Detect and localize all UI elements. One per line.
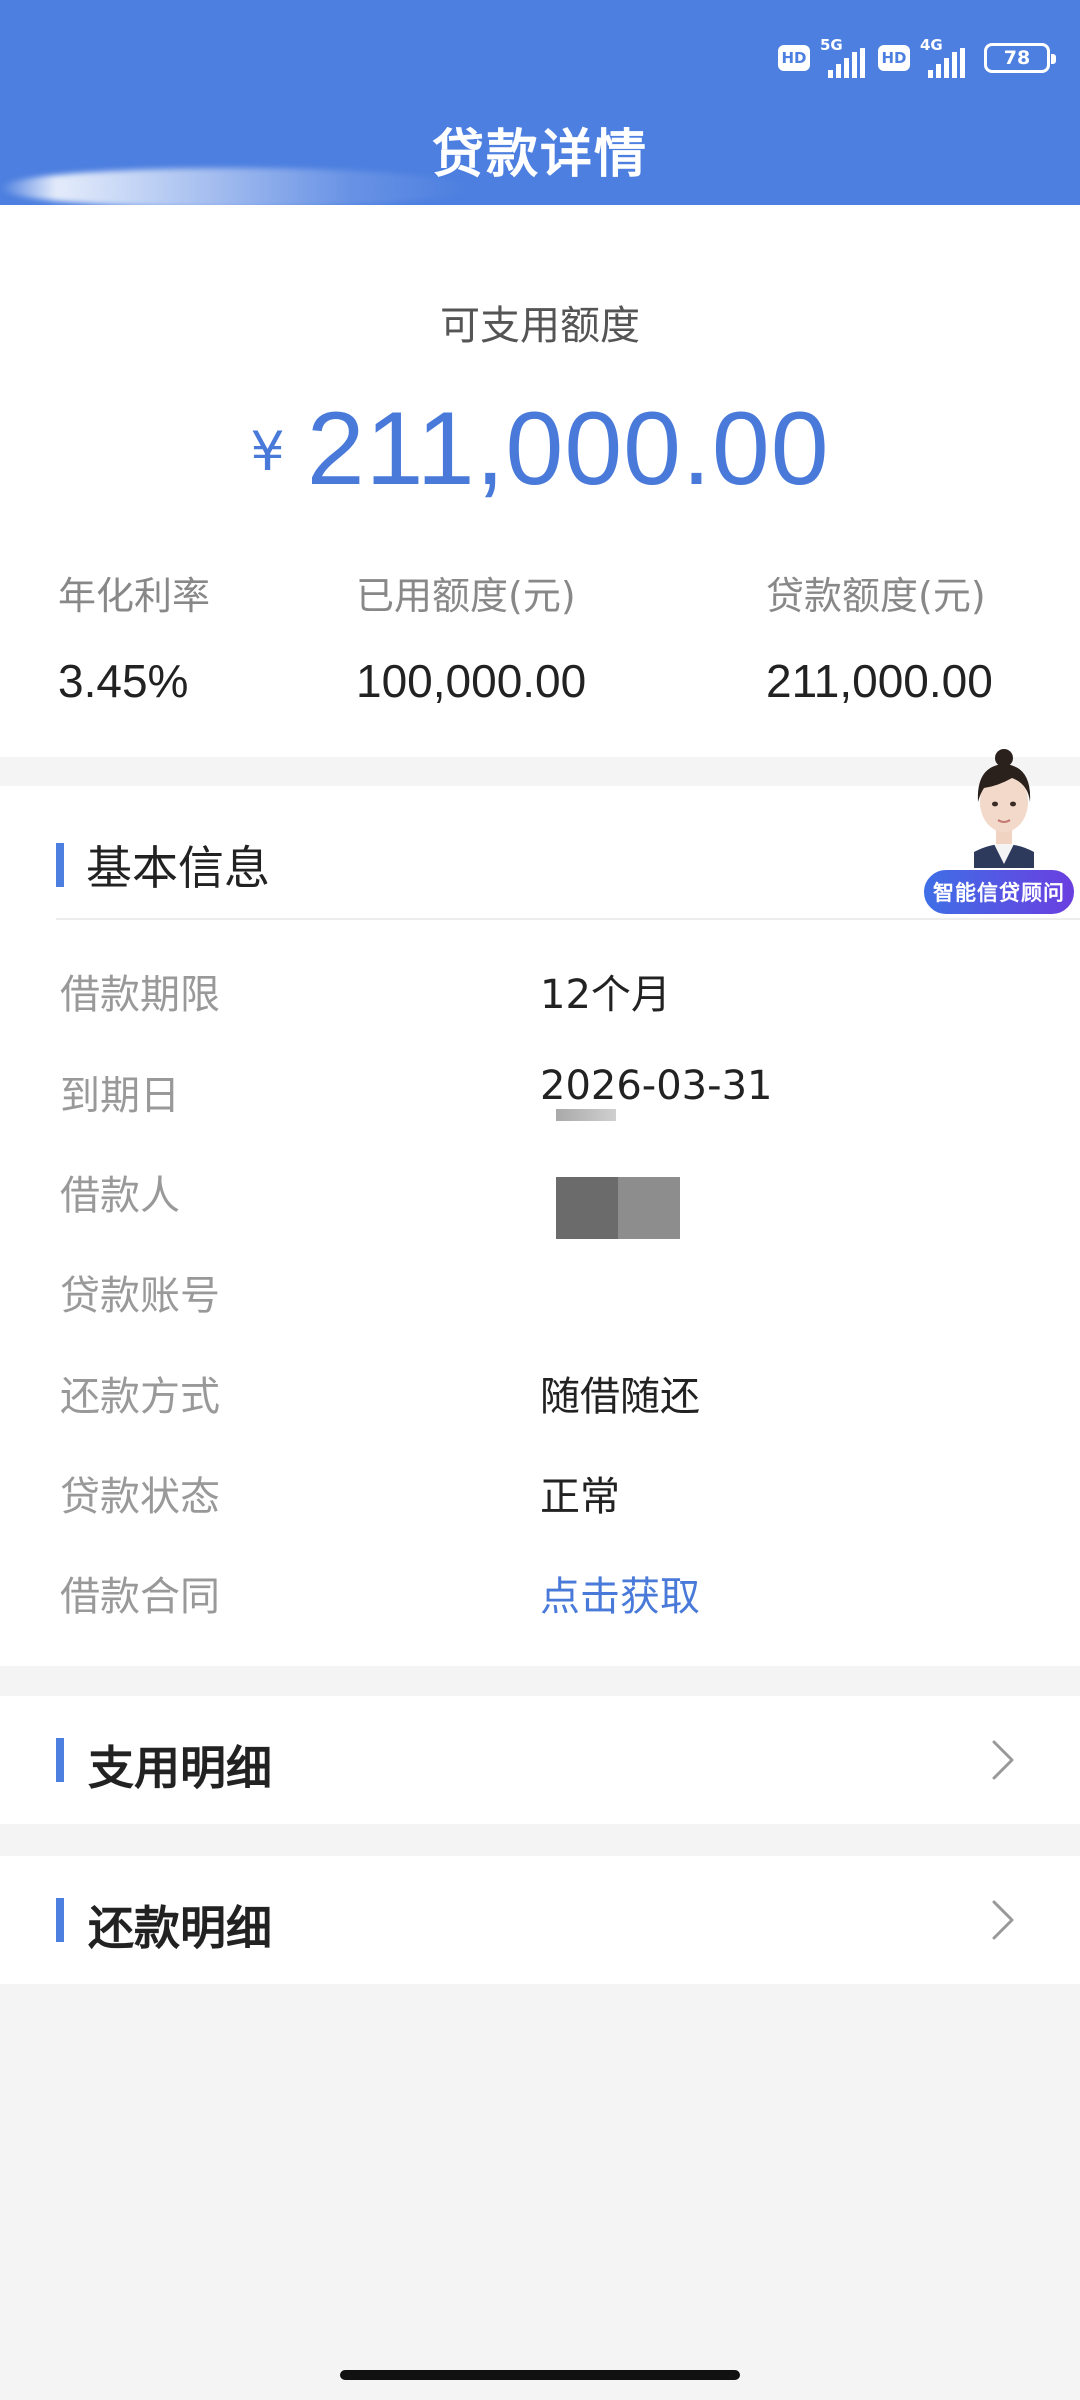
info-label: 贷款状态 [60, 1474, 220, 1520]
advisor-avatar [974, 749, 1034, 878]
get-contract-link[interactable]: 点击获取 [540, 1564, 700, 1622]
info-label: 借款人 [60, 1173, 180, 1219]
battery-level: 78 [1003, 47, 1031, 69]
stat-value: 3.45% [58, 655, 189, 707]
stat-label: 年化利率 [58, 574, 211, 618]
info-row-status: 贷款状态 正常 [0, 1448, 1080, 1548]
status-bar: HD 5G HD 4G 78 [778, 34, 1056, 82]
info-value: 随借随还 [540, 1374, 700, 1420]
info-value: 2026-03-31 [540, 1063, 773, 1109]
available-amount-value: 211,000.00 [306, 391, 830, 507]
basic-info-title: 基本信息 [86, 841, 270, 895]
hd-badge: HD [878, 45, 910, 71]
basic-info-header: 基本信息 [56, 832, 270, 898]
info-value: 12个月 [540, 972, 671, 1018]
section-accent-bar [56, 843, 64, 887]
home-indicator[interactable] [340, 2370, 740, 2380]
info-label: 借款期限 [60, 972, 220, 1018]
available-credit-amount: ¥211,000.00 [0, 390, 1080, 509]
repayment-detail-title: 还款明细 [88, 1901, 272, 1955]
page-title: 贷款详情 [431, 125, 648, 185]
info-label: 借款合同 [60, 1574, 220, 1620]
section-accent-bar [56, 1898, 64, 1942]
info-row-due-date: 到期日 2026-03-31 [0, 1047, 1080, 1147]
info-value: 正常 [540, 1474, 620, 1520]
info-label: 贷款账号 [60, 1273, 220, 1319]
chevron-right-icon [992, 1900, 1014, 1940]
battery-icon: 78 [984, 43, 1056, 73]
section-accent-bar [56, 1738, 64, 1782]
network-type-label: 4G [920, 36, 943, 54]
stat-loan-limit: 贷款额度(元) 211,000.00 [766, 565, 993, 708]
info-label: 还款方式 [60, 1374, 220, 1420]
stat-value: 100,000.00 [356, 655, 587, 707]
disbursement-detail-row[interactable]: 支用明细 [0, 1696, 1080, 1824]
available-credit-label: 可支用额度 [440, 303, 640, 349]
hd-badge: HD [778, 45, 810, 71]
loan-detail-page: HD 5G HD 4G 78 贷款详情 可支用额度 ¥ 211,000.00 年… [0, 0, 1080, 2400]
info-row-term: 借款期限 12个月 [0, 946, 1080, 1046]
smudge-overlay [556, 1109, 616, 1121]
info-row-account: 贷款账号 [0, 1247, 1080, 1347]
info-row-repay-method: 还款方式 随借随还 [0, 1348, 1080, 1448]
redacted-borrower-name [556, 1177, 680, 1239]
disbursement-detail-title: 支用明细 [88, 1741, 272, 1795]
stat-value: 211,000.00 [766, 655, 993, 707]
advisor-label: 智能信贷顾问 [922, 868, 1076, 916]
smart-credit-advisor-widget[interactable]: 智能信贷顾问 [918, 748, 1080, 926]
stat-used-credit: 已用额度(元) 100,000.00 [356, 565, 586, 708]
signal-5g: 5G [820, 36, 868, 78]
credit-stats: 年化利率 3.45% 已用额度(元) 100,000.00 贷款额度(元) 21… [0, 565, 1080, 708]
info-row-contract: 借款合同 点击获取 [0, 1548, 1080, 1648]
network-type-label: 5G [820, 36, 843, 54]
info-label: 到期日 [60, 1073, 180, 1119]
chevron-right-icon [992, 1740, 1014, 1780]
repayment-detail-row[interactable]: 还款明细 [0, 1856, 1080, 1984]
stat-label: 贷款额度(元) [766, 574, 986, 618]
app-header: HD 5G HD 4G 78 贷款详情 [0, 0, 1080, 205]
stat-annual-rate: 年化利率 3.45% [58, 565, 210, 708]
signal-4g: 4G [920, 36, 968, 78]
info-row-borrower: 借款人 [0, 1147, 1080, 1247]
stat-label: 已用额度(元) [356, 574, 576, 618]
credit-summary-card: 可支用额度 ¥211,000.00 年化利率 3.45% 已用额度(元) 100… [0, 205, 1080, 757]
currency-symbol: ¥ [250, 420, 285, 483]
